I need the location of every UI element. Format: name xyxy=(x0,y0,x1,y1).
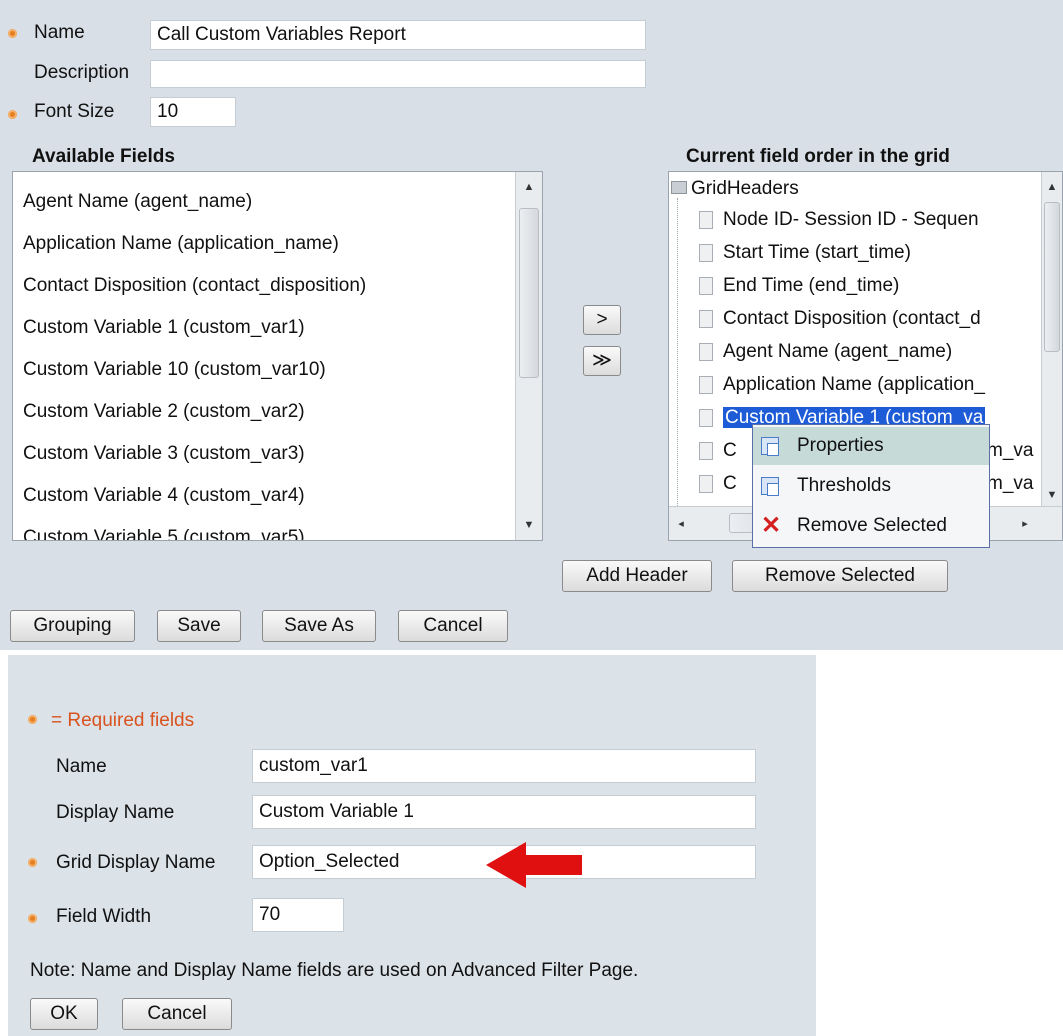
display-name-label: Display Name xyxy=(56,802,175,823)
required-icon xyxy=(28,715,37,724)
tree-item[interactable]: C xyxy=(699,440,737,462)
list-item[interactable]: Custom Variable 3 (custom_var3) xyxy=(23,443,305,465)
report-name-input[interactable]: Call Custom Variables Report xyxy=(150,20,646,50)
list-item[interactable]: Custom Variable 2 (custom_var2) xyxy=(23,401,305,423)
advanced-filter-note: Note: Name and Display Name fields are u… xyxy=(30,960,639,981)
scrollbar-thumb[interactable] xyxy=(1044,202,1060,352)
red-arrow-icon xyxy=(486,842,582,888)
vertical-scrollbar[interactable]: ▲ ▼ xyxy=(1041,172,1062,506)
menu-item-remove-selected[interactable]: ✕ Remove Selected xyxy=(753,507,989,545)
document-icon xyxy=(699,210,713,229)
tree-item-label: C xyxy=(723,440,737,461)
tree-item[interactable]: C xyxy=(699,473,737,495)
available-fields-list[interactable]: Agent Name (agent_name) Application Name… xyxy=(12,171,543,541)
document-icon xyxy=(699,441,713,460)
list-item[interactable]: Custom Variable 10 (custom_var10) xyxy=(23,359,326,381)
tree-item[interactable]: Application Name (application_ xyxy=(699,374,985,396)
ok-button[interactable]: OK xyxy=(30,998,98,1030)
description-label: Description xyxy=(34,62,130,83)
menu-item-thresholds[interactable]: Thresholds xyxy=(753,467,989,505)
remove-selected-button[interactable]: Remove Selected xyxy=(732,560,948,592)
document-icon xyxy=(699,309,713,328)
tree-item[interactable]: Node ID- Session ID - Sequen xyxy=(699,209,979,231)
scroll-right-arrow-icon[interactable]: ▸ xyxy=(1017,515,1033,533)
menu-item-label: Remove Selected xyxy=(797,515,947,536)
tree-item-label-tail: m_va xyxy=(987,473,1034,494)
move-all-right-button[interactable]: ≫ xyxy=(583,346,621,376)
font-size-input[interactable]: 10 xyxy=(150,97,236,127)
field-width-input[interactable]: 70 xyxy=(252,898,344,932)
list-item[interactable]: Agent Name (agent_name) xyxy=(23,191,252,213)
tree-connector xyxy=(677,198,678,508)
scroll-down-arrow-icon[interactable]: ▼ xyxy=(1042,486,1062,504)
tree-item-label: C xyxy=(723,473,737,494)
folder-icon xyxy=(671,181,687,194)
document-icon xyxy=(699,408,713,427)
required-icon xyxy=(28,914,37,923)
document-icon xyxy=(699,276,713,295)
prop-name-label: Name xyxy=(56,756,107,777)
properties-cancel-button[interactable]: Cancel xyxy=(122,998,232,1030)
tree-item[interactable]: Start Time (start_time) xyxy=(699,242,911,264)
tree-item[interactable]: Contact Disposition (contact_d xyxy=(699,308,981,330)
tree-item[interactable]: End Time (end_time) xyxy=(699,275,899,297)
tree-item-label: Agent Name (agent_name) xyxy=(723,341,953,362)
tree-item-label: Application Name (application_ xyxy=(723,374,985,395)
description-input[interactable] xyxy=(150,60,646,88)
menu-item-properties[interactable]: Properties xyxy=(753,427,989,465)
tree-item[interactable]: Agent Name (agent_name) xyxy=(699,341,952,363)
scroll-up-arrow-icon[interactable]: ▲ xyxy=(1042,178,1062,196)
display-name-input[interactable]: Custom Variable 1 xyxy=(252,795,756,829)
grouping-button[interactable]: Grouping xyxy=(10,610,135,642)
name-label: Name xyxy=(34,22,85,43)
scroll-left-arrow-icon[interactable]: ◂ xyxy=(673,515,689,533)
field-width-label: Field Width xyxy=(56,906,152,927)
tree-item-label: Start Time (start_time) xyxy=(723,242,911,263)
tree-item-label: Contact Disposition (contact_d xyxy=(723,308,981,329)
grid-display-name-label: Grid Display Name xyxy=(56,852,216,873)
vertical-scrollbar[interactable]: ▲ ▼ xyxy=(515,172,542,540)
cancel-button[interactable]: Cancel xyxy=(398,610,508,642)
prop-name-input[interactable]: custom_var1 xyxy=(252,749,756,783)
thresholds-icon xyxy=(761,477,779,496)
list-item[interactable]: Custom Variable 1 (custom_var1) xyxy=(23,317,305,339)
scroll-up-arrow-icon[interactable]: ▲ xyxy=(516,178,542,196)
menu-item-label: Thresholds xyxy=(797,475,891,496)
remove-icon: ✕ xyxy=(761,512,782,539)
add-header-button[interactable]: Add Header xyxy=(562,560,712,592)
tree-item-label-tail: m_va xyxy=(987,440,1034,461)
document-icon xyxy=(699,375,713,394)
font-size-label: Font Size xyxy=(34,101,115,122)
list-item[interactable]: Custom Variable 5 (custom_var5) xyxy=(23,527,305,540)
required-icon xyxy=(8,29,17,38)
document-icon xyxy=(699,243,713,262)
save-button[interactable]: Save xyxy=(157,610,241,642)
scroll-down-arrow-icon[interactable]: ▼ xyxy=(516,516,542,534)
available-fields-heading: Available Fields xyxy=(32,146,175,167)
current-field-order-heading: Current field order in the grid xyxy=(686,146,950,167)
menu-item-label: Properties xyxy=(797,435,884,456)
tree-root-gridheaders[interactable]: GridHeaders xyxy=(691,178,799,200)
scrollbar-thumb[interactable] xyxy=(519,208,539,378)
list-item[interactable]: Application Name (application_name) xyxy=(23,233,339,255)
document-icon xyxy=(699,474,713,493)
tree-item-label: Node ID- Session ID - Sequen xyxy=(723,209,979,230)
required-fields-note: = Required fields xyxy=(51,710,195,731)
context-menu[interactable]: Properties Thresholds ✕ Remove Selected xyxy=(752,424,990,548)
required-icon xyxy=(28,858,37,867)
list-item[interactable]: Custom Variable 4 (custom_var4) xyxy=(23,485,305,507)
properties-icon xyxy=(761,437,779,456)
move-right-button[interactable]: > xyxy=(583,305,621,335)
required-icon xyxy=(8,110,17,119)
tree-item-label: End Time (end_time) xyxy=(723,275,900,296)
list-item[interactable]: Contact Disposition (contact_disposition… xyxy=(23,275,366,297)
document-icon xyxy=(699,342,713,361)
save-as-button[interactable]: Save As xyxy=(262,610,376,642)
